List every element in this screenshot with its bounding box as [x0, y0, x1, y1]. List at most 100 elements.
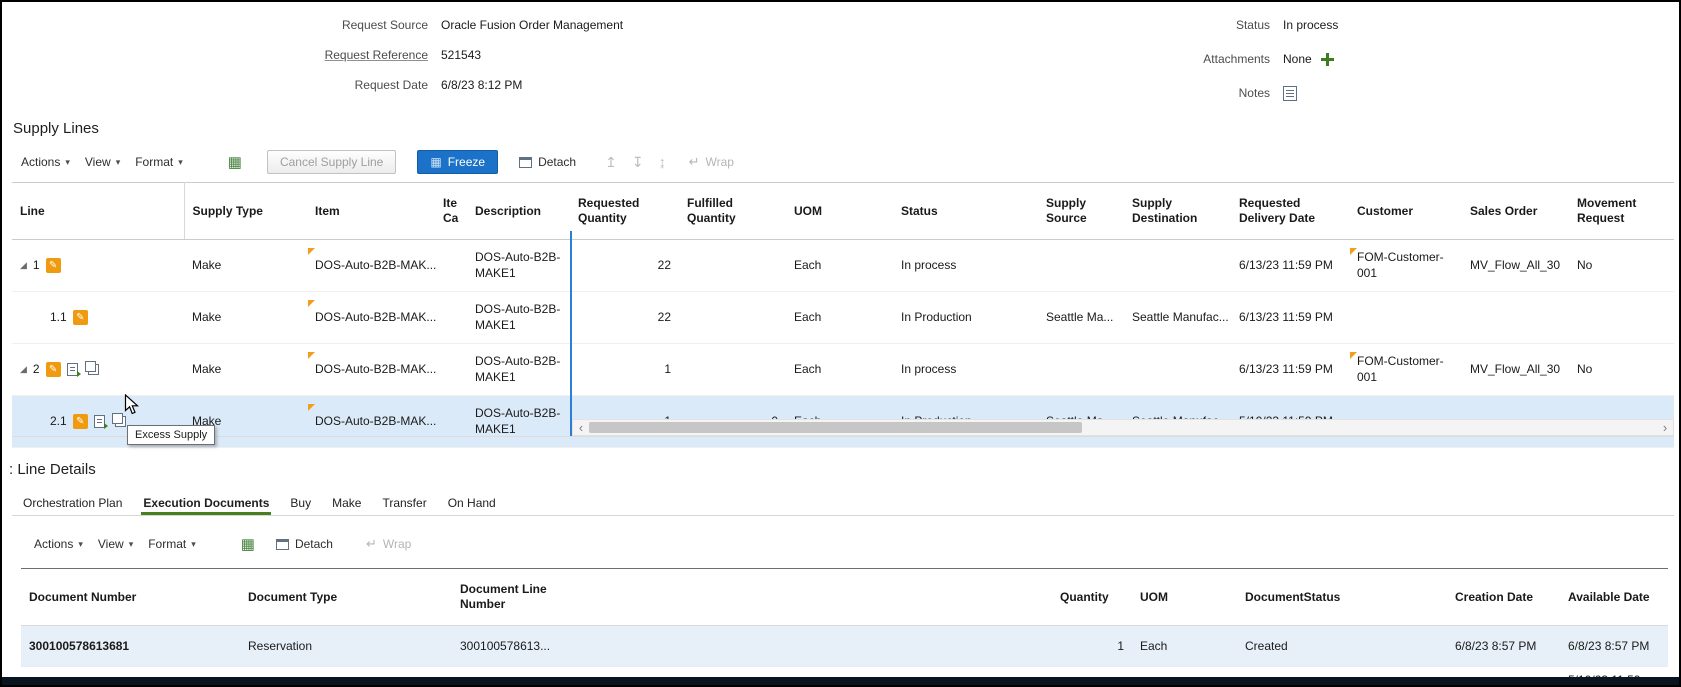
cell-description: DOS-Auto-B2B-MAKE1	[467, 343, 570, 396]
supply-lines-header-row: Line Supply Type Item Ite Ca Description…	[12, 182, 1674, 240]
col-document-type[interactable]: Document Type	[240, 568, 452, 626]
col-requested-quantity[interactable]: Requested Quantity	[570, 182, 679, 240]
scrollbar-thumb[interactable]	[589, 422, 1082, 433]
edit-icon[interactable]	[72, 310, 88, 325]
col-sales-order[interactable]: Sales Order	[1462, 182, 1569, 240]
view-menu[interactable]: View	[98, 537, 133, 551]
scroll-left-icon[interactable]	[573, 420, 589, 435]
line-details-toolbar: Actions View Format Detach Wrap	[34, 530, 411, 558]
cell-item-category	[441, 291, 467, 344]
request-source-field: Request Source Oracle Fusion Order Manag…	[122, 16, 623, 34]
col-fulfilled-quantity[interactable]: Fulfilled Quantity	[679, 182, 786, 240]
tab-orchestration-plan[interactable]: Orchestration Plan	[21, 496, 124, 516]
notes-icon[interactable]	[1283, 85, 1297, 101]
caret-down-icon	[178, 157, 183, 168]
col-item-category[interactable]: Ite Ca	[441, 182, 467, 240]
add-attachment-icon[interactable]	[1320, 52, 1334, 66]
freeze-icon	[430, 155, 441, 169]
col-customer[interactable]: Customer	[1349, 182, 1462, 240]
supply-line-row-1-1[interactable]: 1.1 Make DOS-Auto-B2B-MAK... DOS-Auto-B2…	[12, 291, 1674, 344]
cell-fulfilled-quantity	[679, 291, 786, 344]
window-bottom-bar	[2, 677, 1679, 685]
caret-down-icon	[191, 539, 196, 550]
col-description[interactable]: Description	[467, 182, 570, 240]
attachments-value: None	[1283, 52, 1312, 66]
col-movement-request[interactable]: Movement Request	[1569, 182, 1674, 240]
tab-on-hand[interactable]: On Hand	[446, 496, 498, 516]
tab-execution-documents[interactable]: Execution Documents	[141, 496, 272, 516]
cell-customer: FOM-Customer-001	[1349, 343, 1462, 396]
col-creation-date[interactable]: Creation Date	[1447, 568, 1560, 626]
col-uom[interactable]: UOM	[1132, 568, 1237, 626]
edit-icon[interactable]	[45, 258, 61, 273]
cell-creation-date: 6/8/23 8:57 PM	[1447, 625, 1560, 667]
col-available-date[interactable]: Available Date	[1560, 568, 1668, 626]
col-quantity[interactable]: Quantity	[1052, 568, 1132, 626]
excess-supply-icon[interactable]	[111, 413, 126, 427]
scroll-right-icon[interactable]	[1657, 420, 1673, 435]
detach-label: Detach	[538, 155, 577, 169]
col-uom[interactable]: UOM	[786, 182, 893, 240]
col-supply-source[interactable]: Supply Source	[1038, 182, 1124, 240]
cancel-supply-line-button[interactable]: Cancel Supply Line	[266, 150, 397, 174]
format-menu[interactable]: Format	[135, 155, 183, 169]
collapse-toggle-icon[interactable]	[20, 365, 27, 374]
collapse-toggle-icon[interactable]	[20, 261, 27, 270]
detach-button[interactable]: Detach	[519, 155, 576, 169]
cell-movement-request	[1569, 291, 1674, 344]
table-bottom-border	[12, 436, 1674, 437]
export-to-excel-icon[interactable]	[228, 155, 242, 170]
supply-line-row-1[interactable]: 1 Make DOS-Auto-B2B-MAK... DOS-Auto-B2B-…	[12, 239, 1674, 292]
col-document-line-number[interactable]: Document Line Number	[452, 568, 1052, 626]
request-reference-value: 521543	[441, 48, 482, 62]
cell-document-number[interactable]: 300100578613681	[21, 625, 240, 667]
tab-transfer[interactable]: Transfer	[380, 496, 428, 516]
cell-uom: Each	[786, 343, 893, 396]
actions-menu[interactable]: Actions	[21, 155, 70, 169]
notes-label: Notes	[1238, 86, 1270, 100]
cell-item: DOS-Auto-B2B-MAK...	[307, 395, 441, 448]
cell-uom: Each	[786, 291, 893, 344]
cell-supply-destination	[1124, 343, 1231, 396]
col-requested-delivery-date[interactable]: Requested Delivery Date	[1231, 182, 1349, 240]
cell-supply-type: Make	[184, 343, 307, 396]
move-to-top-icon[interactable]	[605, 155, 617, 169]
col-item[interactable]: Item	[307, 182, 441, 240]
supply-document-icon[interactable]	[93, 415, 108, 429]
cell-requested-delivery-date: 6/13/23 11:59 PM	[1231, 343, 1349, 396]
cell-requested-quantity: 22	[570, 239, 679, 292]
col-document-status[interactable]: DocumentStatus	[1237, 568, 1447, 626]
request-reference-label: Request Reference	[324, 48, 428, 62]
edit-icon[interactable]	[72, 414, 88, 429]
supply-line-row-2[interactable]: 2 Make DOS-Auto-B2B-MAK... DOS-Auto-B2B-…	[12, 343, 1674, 396]
actions-menu[interactable]: Actions	[34, 537, 83, 551]
supply-document-icon[interactable]	[66, 363, 81, 377]
col-status[interactable]: Status	[893, 182, 1038, 240]
col-supply-destination[interactable]: Supply Destination	[1124, 182, 1231, 240]
detach-button[interactable]: Detach	[275, 537, 333, 551]
tab-make[interactable]: Make	[330, 496, 363, 516]
caret-down-icon	[116, 157, 121, 168]
excess-supply-icon[interactable]	[84, 361, 99, 375]
cell-requested-delivery-date: 6/13/23 11:59 PM	[1231, 291, 1349, 344]
export-to-excel-icon[interactable]	[241, 537, 255, 552]
horizontal-scrollbar[interactable]	[572, 419, 1674, 436]
execution-document-row-1[interactable]: 300100578613681 Reservation 300100578613…	[21, 625, 1668, 667]
line-details-tabs: Orchestration Plan Execution Documents B…	[21, 492, 498, 516]
cell-supply-source: Seattle Ma...	[1038, 291, 1124, 344]
col-supply-type[interactable]: Supply Type	[184, 182, 307, 240]
tab-buy[interactable]: Buy	[288, 496, 313, 516]
wrap-button[interactable]: Wrap	[689, 154, 733, 170]
reorder-icon[interactable]	[659, 155, 666, 169]
edit-icon[interactable]	[45, 362, 61, 377]
view-menu[interactable]: View	[85, 155, 120, 169]
supply-lines-toolbar: Actions View Format Cancel Supply Line F…	[21, 148, 734, 176]
move-to-bottom-icon[interactable]	[632, 155, 644, 169]
cell-supply-destination: Seattle Manufac...	[1124, 291, 1231, 344]
wrap-button[interactable]: Wrap	[366, 536, 411, 552]
format-menu[interactable]: Format	[148, 537, 196, 551]
col-document-number[interactable]: Document Number	[21, 568, 240, 626]
freeze-button[interactable]: Freeze	[417, 150, 499, 174]
col-line[interactable]: Line	[12, 182, 185, 240]
status-value: In process	[1283, 18, 1339, 32]
